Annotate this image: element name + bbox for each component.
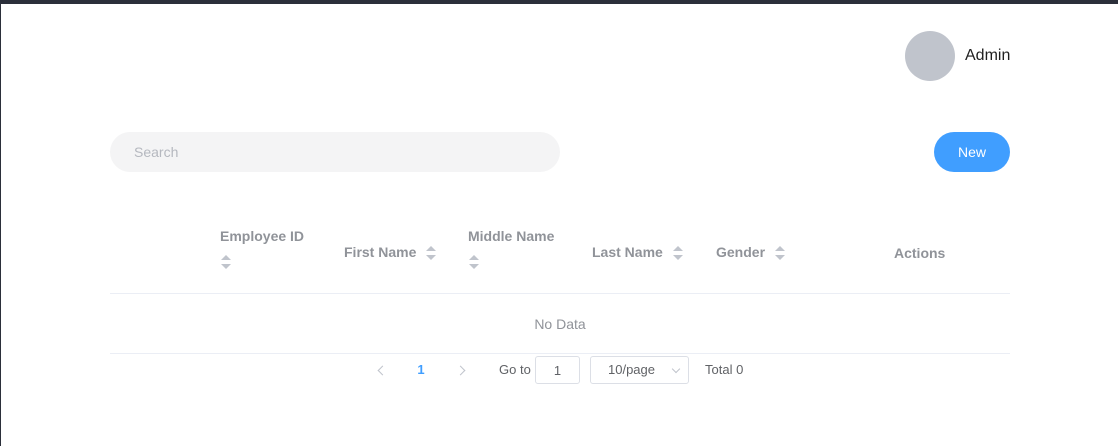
user-name[interactable]: Admin	[965, 47, 1010, 65]
column-label: Actions	[894, 245, 946, 261]
avatar[interactable]	[905, 31, 955, 81]
page-number-current[interactable]: 1	[411, 356, 431, 384]
new-button[interactable]: New	[934, 132, 1010, 172]
column-last-name[interactable]: Last Name	[592, 244, 683, 261]
sort-caret-icon[interactable]	[774, 246, 785, 261]
column-first-name[interactable]: First Name	[344, 244, 437, 261]
sort-caret-icon[interactable]	[672, 246, 683, 261]
table-header: Employee ID First Name Middle Name Last …	[110, 212, 1010, 294]
sort-caret-icon[interactable]	[426, 246, 437, 261]
next-page-button[interactable]	[450, 356, 470, 384]
page-size-value: 10/page	[608, 362, 655, 377]
column-label: Employee ID	[220, 228, 305, 244]
column-gender[interactable]: Gender	[716, 244, 785, 261]
column-label: Last Name	[592, 244, 663, 260]
column-label: Gender	[716, 244, 766, 260]
table-empty-row: No Data	[110, 294, 1010, 354]
chevron-down-icon	[671, 364, 681, 374]
page-size-select[interactable]: 10/page	[590, 356, 689, 384]
search-input[interactable]	[110, 132, 560, 172]
total-count: Total 0	[705, 362, 744, 377]
chevron-right-icon	[455, 365, 465, 376]
goto-label: Go to	[499, 362, 531, 377]
empty-text: No Data	[534, 315, 586, 332]
employee-table: Employee ID First Name Middle Name Last …	[110, 212, 1010, 354]
user-menu[interactable]: Admin	[905, 31, 1010, 81]
goto-page-input[interactable]	[535, 356, 580, 384]
sort-caret-icon[interactable]	[221, 255, 231, 269]
column-label: Middle Name	[468, 228, 555, 244]
prev-page-button[interactable]	[372, 356, 392, 384]
chevron-left-icon	[377, 365, 387, 376]
column-actions: Actions	[894, 245, 945, 261]
column-label: First Name	[344, 244, 417, 260]
column-middle-name[interactable]: Middle Name	[468, 228, 554, 269]
column-employee-id[interactable]: Employee ID	[220, 228, 304, 269]
sort-caret-icon[interactable]	[469, 255, 479, 269]
window-top-border	[0, 0, 1118, 4]
pagination: 1 Go to 10/page Total 0	[0, 356, 1118, 384]
